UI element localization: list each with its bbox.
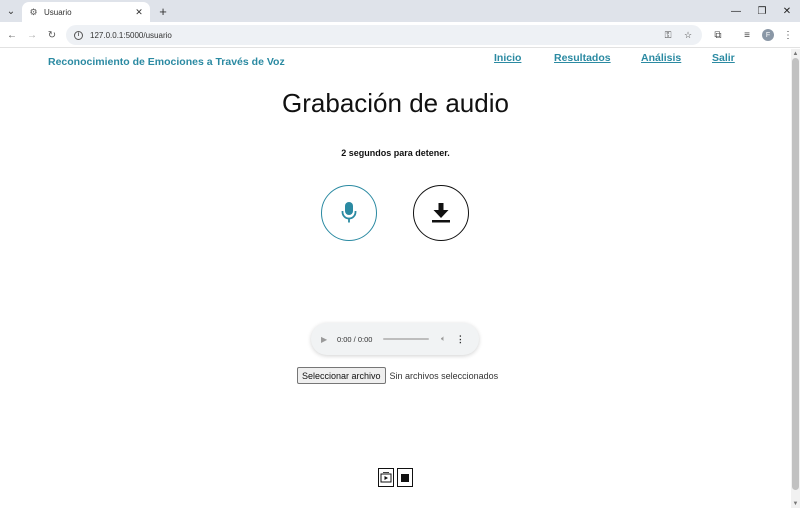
extensions-icon[interactable]: ⧉ [711, 28, 725, 42]
vertical-scrollbar[interactable]: ▲ ▼ [791, 49, 800, 508]
nav-link-inicio[interactable]: Inicio [494, 52, 521, 64]
restore-icon[interactable]: ❐ [755, 4, 769, 18]
tab-search-icon[interactable]: ⌄ [4, 4, 18, 18]
audio-time: 0:00 / 0:00 [337, 334, 373, 344]
media-control-icon[interactable]: ≡ [740, 28, 754, 42]
browser-tab-bar: ⌄ ⚙ Usuario ✕ + — ❐ ✕ [0, 0, 800, 22]
stop-recording-button[interactable] [397, 468, 413, 487]
forward-icon[interactable]: → [25, 28, 39, 42]
url-text[interactable]: 127.0.0.1:5000/usuario [90, 31, 654, 40]
minimize-icon[interactable]: — [729, 4, 743, 18]
profile-avatar[interactable]: F [762, 29, 774, 41]
download-button[interactable] [413, 185, 469, 241]
page-title: Grabación de audio [282, 88, 509, 118]
address-bar[interactable]: i 127.0.0.1:5000/usuario ⚿ ☆ [66, 25, 702, 45]
new-tab-icon[interactable]: + [156, 4, 170, 18]
reload-icon[interactable]: ↻ [45, 28, 59, 42]
password-key-icon[interactable]: ⚿ [662, 29, 674, 41]
file-input: Seleccionar archivo Sin archivos selecci… [297, 367, 498, 384]
recording-countdown: 2 segundos para detener. [341, 148, 450, 158]
close-tab-icon[interactable]: ✕ [134, 7, 144, 17]
site-info-icon[interactable]: i [74, 30, 83, 40]
microphone-icon [341, 202, 357, 223]
scroll-up-icon[interactable]: ▲ [791, 49, 800, 58]
volume-icon[interactable]: 🔈︎ [441, 334, 446, 344]
bookmark-star-icon[interactable]: ☆ [682, 29, 694, 41]
menu-kebab-icon[interactable]: ⋮ [781, 28, 795, 42]
file-status: Sin archivos seleccionados [389, 370, 499, 381]
stop-icon [401, 473, 409, 482]
play-recording-button[interactable] [378, 468, 394, 487]
nav-link-resultados[interactable]: Resultados [554, 52, 611, 64]
audio-progress-track[interactable] [383, 338, 429, 340]
audio-player[interactable]: ▶ 0:00 / 0:00 🔈︎ ⋮ [311, 323, 479, 355]
site-brand: Reconocimiento de Emociones a Través de … [48, 56, 285, 68]
favicon-icon: ⚙ [29, 6, 38, 17]
audio-options-icon[interactable]: ⋮ [456, 334, 465, 345]
nav-link-salir[interactable]: Salir [712, 52, 735, 64]
tab-title: Usuario [44, 7, 72, 17]
browser-toolbar: ← → ↻ i 127.0.0.1:5000/usuario ⚿ ☆ ⧉ ≡ F… [0, 22, 800, 48]
browser-tab[interactable]: ⚙ Usuario ✕ [22, 2, 150, 22]
page-content: Reconocimiento de Emociones a Través de … [0, 49, 791, 508]
choose-file-button[interactable]: Seleccionar archivo [297, 367, 386, 384]
close-window-icon[interactable]: ✕ [780, 4, 794, 18]
play-icon[interactable]: ▶ [321, 335, 331, 344]
nav-link-analisis[interactable]: Análisis [641, 52, 681, 64]
scroll-down-icon[interactable]: ▼ [791, 499, 800, 508]
scroll-thumb[interactable] [792, 58, 799, 490]
record-button[interactable] [321, 185, 377, 241]
screen-play-icon [380, 471, 392, 482]
download-icon [432, 203, 450, 223]
back-icon[interactable]: ← [5, 28, 19, 42]
